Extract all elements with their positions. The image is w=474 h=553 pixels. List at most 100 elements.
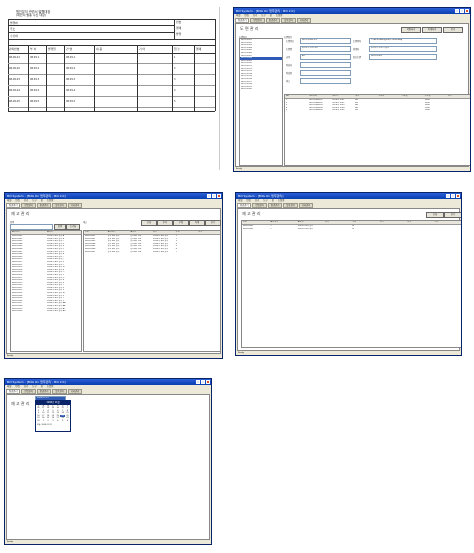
form-input[interactable]: A3 <box>300 54 351 60</box>
reset-button[interactable]: 초기화 <box>66 224 80 230</box>
menu-item[interactable]: 편집 <box>15 385 19 388</box>
window-title: Bill System - [Bills On 업무관리 - Bill 2.0] <box>236 9 295 13</box>
calendar-today[interactable]: 오늘: 2008-11-21 <box>36 423 70 426</box>
column-header[interactable]: 수정일 <box>424 95 447 98</box>
form-input[interactable]: 0811-0008 도면 <box>300 38 351 44</box>
search-input[interactable] <box>10 224 53 230</box>
menu-item[interactable]: 파일 <box>238 199 242 202</box>
menu-item[interactable]: 도움말 <box>278 199 285 202</box>
column-header[interactable]: 품목명 <box>297 221 324 224</box>
minimize-icon[interactable] <box>207 194 211 198</box>
menu-item[interactable]: 창 <box>270 14 272 17</box>
close-icon[interactable] <box>217 194 221 198</box>
menu-item[interactable]: 창 <box>41 199 43 202</box>
window-title: Bill System - [Bills On 업무관리 - Bill 2.0] <box>7 380 66 384</box>
search-go-button[interactable]: 검색 <box>54 224 66 230</box>
column-header[interactable]: 품목코드 <box>11 231 46 234</box>
column-header[interactable]: 도면번호 <box>308 95 331 98</box>
window-inventory-management: Bill System - [Bills On 업무관리 - Bill 2.0]… <box>4 192 223 359</box>
minimize-icon[interactable] <box>446 194 450 198</box>
save-button[interactable]: 저장하기 <box>401 27 421 33</box>
minimize-icon[interactable] <box>196 380 200 384</box>
column-header[interactable]: 비고 <box>197 231 220 234</box>
table-row[interactable]: 0810-0007 입고 관련 품목 입고처리 완료 원인분석 관련 품목 7 <box>84 251 220 254</box>
close-button[interactable]: 닫기 <box>443 27 463 33</box>
menu-item[interactable]: 도구 <box>263 199 267 202</box>
maximize-icon[interactable] <box>460 9 464 13</box>
column-header[interactable]: 품목코드 <box>269 221 296 224</box>
form-input[interactable]: 0811-0003 <box>369 54 437 60</box>
maximize-icon[interactable] <box>212 194 216 198</box>
column-header[interactable]: 품목명 <box>46 231 81 234</box>
column-header[interactable]: 비고 <box>434 221 461 224</box>
column-header[interactable]: 도면명 <box>331 95 354 98</box>
form-input[interactable] <box>300 62 351 68</box>
maximize-icon[interactable] <box>201 380 205 384</box>
column-header[interactable]: 작성일 <box>401 95 424 98</box>
menu-item[interactable]: 도구 <box>32 385 36 388</box>
table-row[interactable]: 5 0811-0008-05 원인분석 도면5 A3 2008 <box>285 109 470 112</box>
edit-button[interactable]: 수정 <box>173 220 189 226</box>
form-input[interactable]: C:\Bill\Drawing\0811-0008.dwg <box>369 38 437 44</box>
search-button[interactable]: 조회 <box>141 220 157 226</box>
column-header[interactable]: 수량 <box>352 221 379 224</box>
grid-cell: 0811-0008-05 <box>309 109 323 112</box>
menu-item[interactable]: 편집 <box>246 199 250 202</box>
menu-item[interactable]: 보기 <box>24 199 28 202</box>
menu-item[interactable]: 도움말 <box>276 14 283 17</box>
menu-item[interactable]: 보기 <box>253 14 257 17</box>
column-header[interactable]: 단가 <box>379 221 406 224</box>
column-header[interactable]: 품목코드 <box>107 231 130 234</box>
close-icon[interactable] <box>456 194 460 198</box>
form-input[interactable] <box>300 78 351 84</box>
column-header[interactable]: 규격 <box>152 231 175 234</box>
minimize-icon[interactable] <box>455 9 459 13</box>
column-header[interactable]: 비고 <box>447 95 470 98</box>
drawing-list[interactable]: 0811-0001 0811-0002 0811-0003 0811-0004 0811… <box>239 38 283 166</box>
menu-item[interactable]: 편집 <box>15 199 19 202</box>
menu-item[interactable]: 창 <box>272 199 274 202</box>
list-item[interactable]: 0810-0030 원인분석 관련 품목 AD <box>11 310 81 313</box>
menu-item[interactable]: 창 <box>41 385 43 388</box>
form-input[interactable]: 원인분석 관련서 발행 <box>369 46 437 52</box>
menu-item[interactable]: 도움말 <box>47 199 54 202</box>
menu-item[interactable]: 파일 <box>7 385 11 388</box>
table-row[interactable]: 0810-0002 2 원인분석 관련 품목 A <box>242 228 461 231</box>
delete-button[interactable]: 삭제 <box>189 220 205 226</box>
form-input[interactable] <box>300 70 351 76</box>
column-header[interactable]: 규격 <box>324 221 351 224</box>
column-header[interactable]: 번호 <box>84 231 107 234</box>
add-button[interactable]: 추가 <box>157 220 173 226</box>
column-header[interactable]: 품목명 <box>129 231 152 234</box>
close-button[interactable]: 닫기 <box>444 212 461 218</box>
menu-item[interactable]: 보기 <box>255 199 259 202</box>
menu-item[interactable]: 파일 <box>236 14 240 17</box>
menu-item[interactable]: 보기 <box>24 385 28 388</box>
column-header[interactable]: 번호 <box>242 221 269 224</box>
menu-item[interactable]: 도움말 <box>47 385 54 388</box>
calendar-popup[interactable]: 2008년 11월 일월화수목금토 26 27 28 29 30 31 1 2 3 4 5 6 7 8 9 1… <box>35 400 71 432</box>
item-list[interactable]: 품목코드 품목명 0810-0001 원인분석 관련 품목 A 0810-0002 원인분… <box>10 230 82 352</box>
summary-grid[interactable]: 번호 품목코드 품목명 규격 수량 단가 금액 비고 0810-0001 1 원인분석 관련 품목 A… <box>241 220 461 348</box>
column-header[interactable]: 규격 <box>354 95 377 98</box>
search-button[interactable]: 조회 <box>426 212 444 218</box>
column-header[interactable]: No <box>285 95 308 98</box>
calendar-date[interactable]: 6 <box>65 420 70 423</box>
menu-item[interactable]: 편집 <box>244 14 248 17</box>
menu-item[interactable]: 도구 <box>32 199 36 202</box>
drawing-grid[interactable]: No 도면번호 도면명 규격 작성자 작성일 수정일 비고 1 0811-0008-01 원인분석 … <box>284 94 470 166</box>
menu-item[interactable]: 도구 <box>261 14 265 17</box>
close-icon[interactable] <box>465 9 469 13</box>
form-label: 비고 <box>286 80 291 83</box>
column-header[interactable]: 금액 <box>406 221 433 224</box>
form-input[interactable]: 원인분석 관련 도면 <box>300 46 351 52</box>
inventory-grid[interactable]: 번호 품목코드 품목명 규격 수량 비고 0810-0001 입고 관련 품목 입고처리 완료 원… <box>83 230 221 352</box>
menu-item[interactable]: 파일 <box>7 199 11 202</box>
maximize-icon[interactable] <box>451 194 455 198</box>
column-header[interactable]: 작성자 <box>378 95 401 98</box>
close-icon[interactable] <box>206 380 210 384</box>
delete-button[interactable]: 삭제하기 <box>422 27 442 33</box>
close-button[interactable]: 닫기 <box>205 220 221 226</box>
tree-item[interactable]: 0811-0020 <box>240 88 282 91</box>
column-header[interactable]: 수량 <box>175 231 198 234</box>
